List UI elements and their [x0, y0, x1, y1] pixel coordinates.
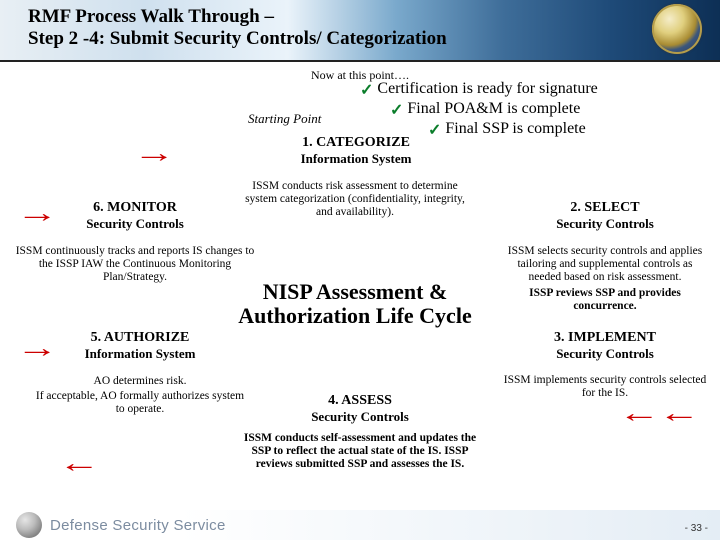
arrow-icon: →: [133, 140, 175, 168]
step-6-desc: ISSM continuously tracks and reports IS …: [15, 243, 255, 285]
title-line-2: Step 2 -4: Submit Security Controls/ Cat…: [28, 28, 447, 50]
starting-point-label: Starting Point: [248, 111, 321, 127]
footer-seal-icon: [16, 512, 42, 538]
arrow-icon: ←: [58, 450, 100, 478]
page-number: - 33 -: [685, 523, 708, 534]
footer-bar: Defense Security Service: [0, 510, 720, 540]
check-icon: ✓: [360, 80, 373, 100]
arrow-icon: ←: [618, 400, 660, 428]
agency-seal-icon: [652, 4, 702, 54]
step-1-desc: ISSM conducts risk assessment to determi…: [240, 178, 470, 220]
step-5-desc: AO determines risk. If acceptable, AO fo…: [30, 373, 250, 417]
arrow-icon: →: [16, 335, 58, 363]
bullet-ssp: ✓Final SSP is complete: [428, 120, 598, 140]
status-bullets: ✓Certification is ready for signature ✓F…: [360, 80, 598, 140]
title-line-1: RMF Process Walk Through –: [28, 6, 447, 28]
bullet-poam: ✓Final POA&M is complete: [390, 100, 598, 120]
header-bar: RMF Process Walk Through – Step 2 -4: Su…: [0, 0, 720, 62]
step-3-desc: ISSM implements security controls select…: [500, 372, 710, 400]
step-5-authorize: 5. AUTHORIZE Information System: [60, 330, 220, 362]
step-4-assess: 4. ASSESS Security Controls: [290, 393, 430, 425]
footer-text: Defense Security Service: [50, 517, 226, 534]
step-3-implement: 3. IMPLEMENT Security Controls: [515, 330, 695, 362]
bullet-certification: ✓Certification is ready for signature: [360, 80, 598, 100]
step-2-desc: ISSM selects security controls and appli…: [505, 243, 705, 313]
step-1-categorize: 1. CATEGORIZE Information System: [266, 135, 446, 167]
step-2-select: 2. SELECT Security Controls: [515, 200, 695, 232]
step-4-desc: ISSM conducts self-assessment and update…: [235, 430, 485, 472]
step-6-monitor: 6. MONITOR Security Controls: [60, 200, 210, 232]
page-title: RMF Process Walk Through – Step 2 -4: Su…: [28, 6, 447, 50]
arrow-icon: ←: [658, 400, 700, 428]
arrow-icon: →: [16, 200, 58, 228]
cycle-title: NISP Assessment & Authorization Life Cyc…: [225, 280, 485, 328]
check-icon: ✓: [390, 100, 403, 120]
